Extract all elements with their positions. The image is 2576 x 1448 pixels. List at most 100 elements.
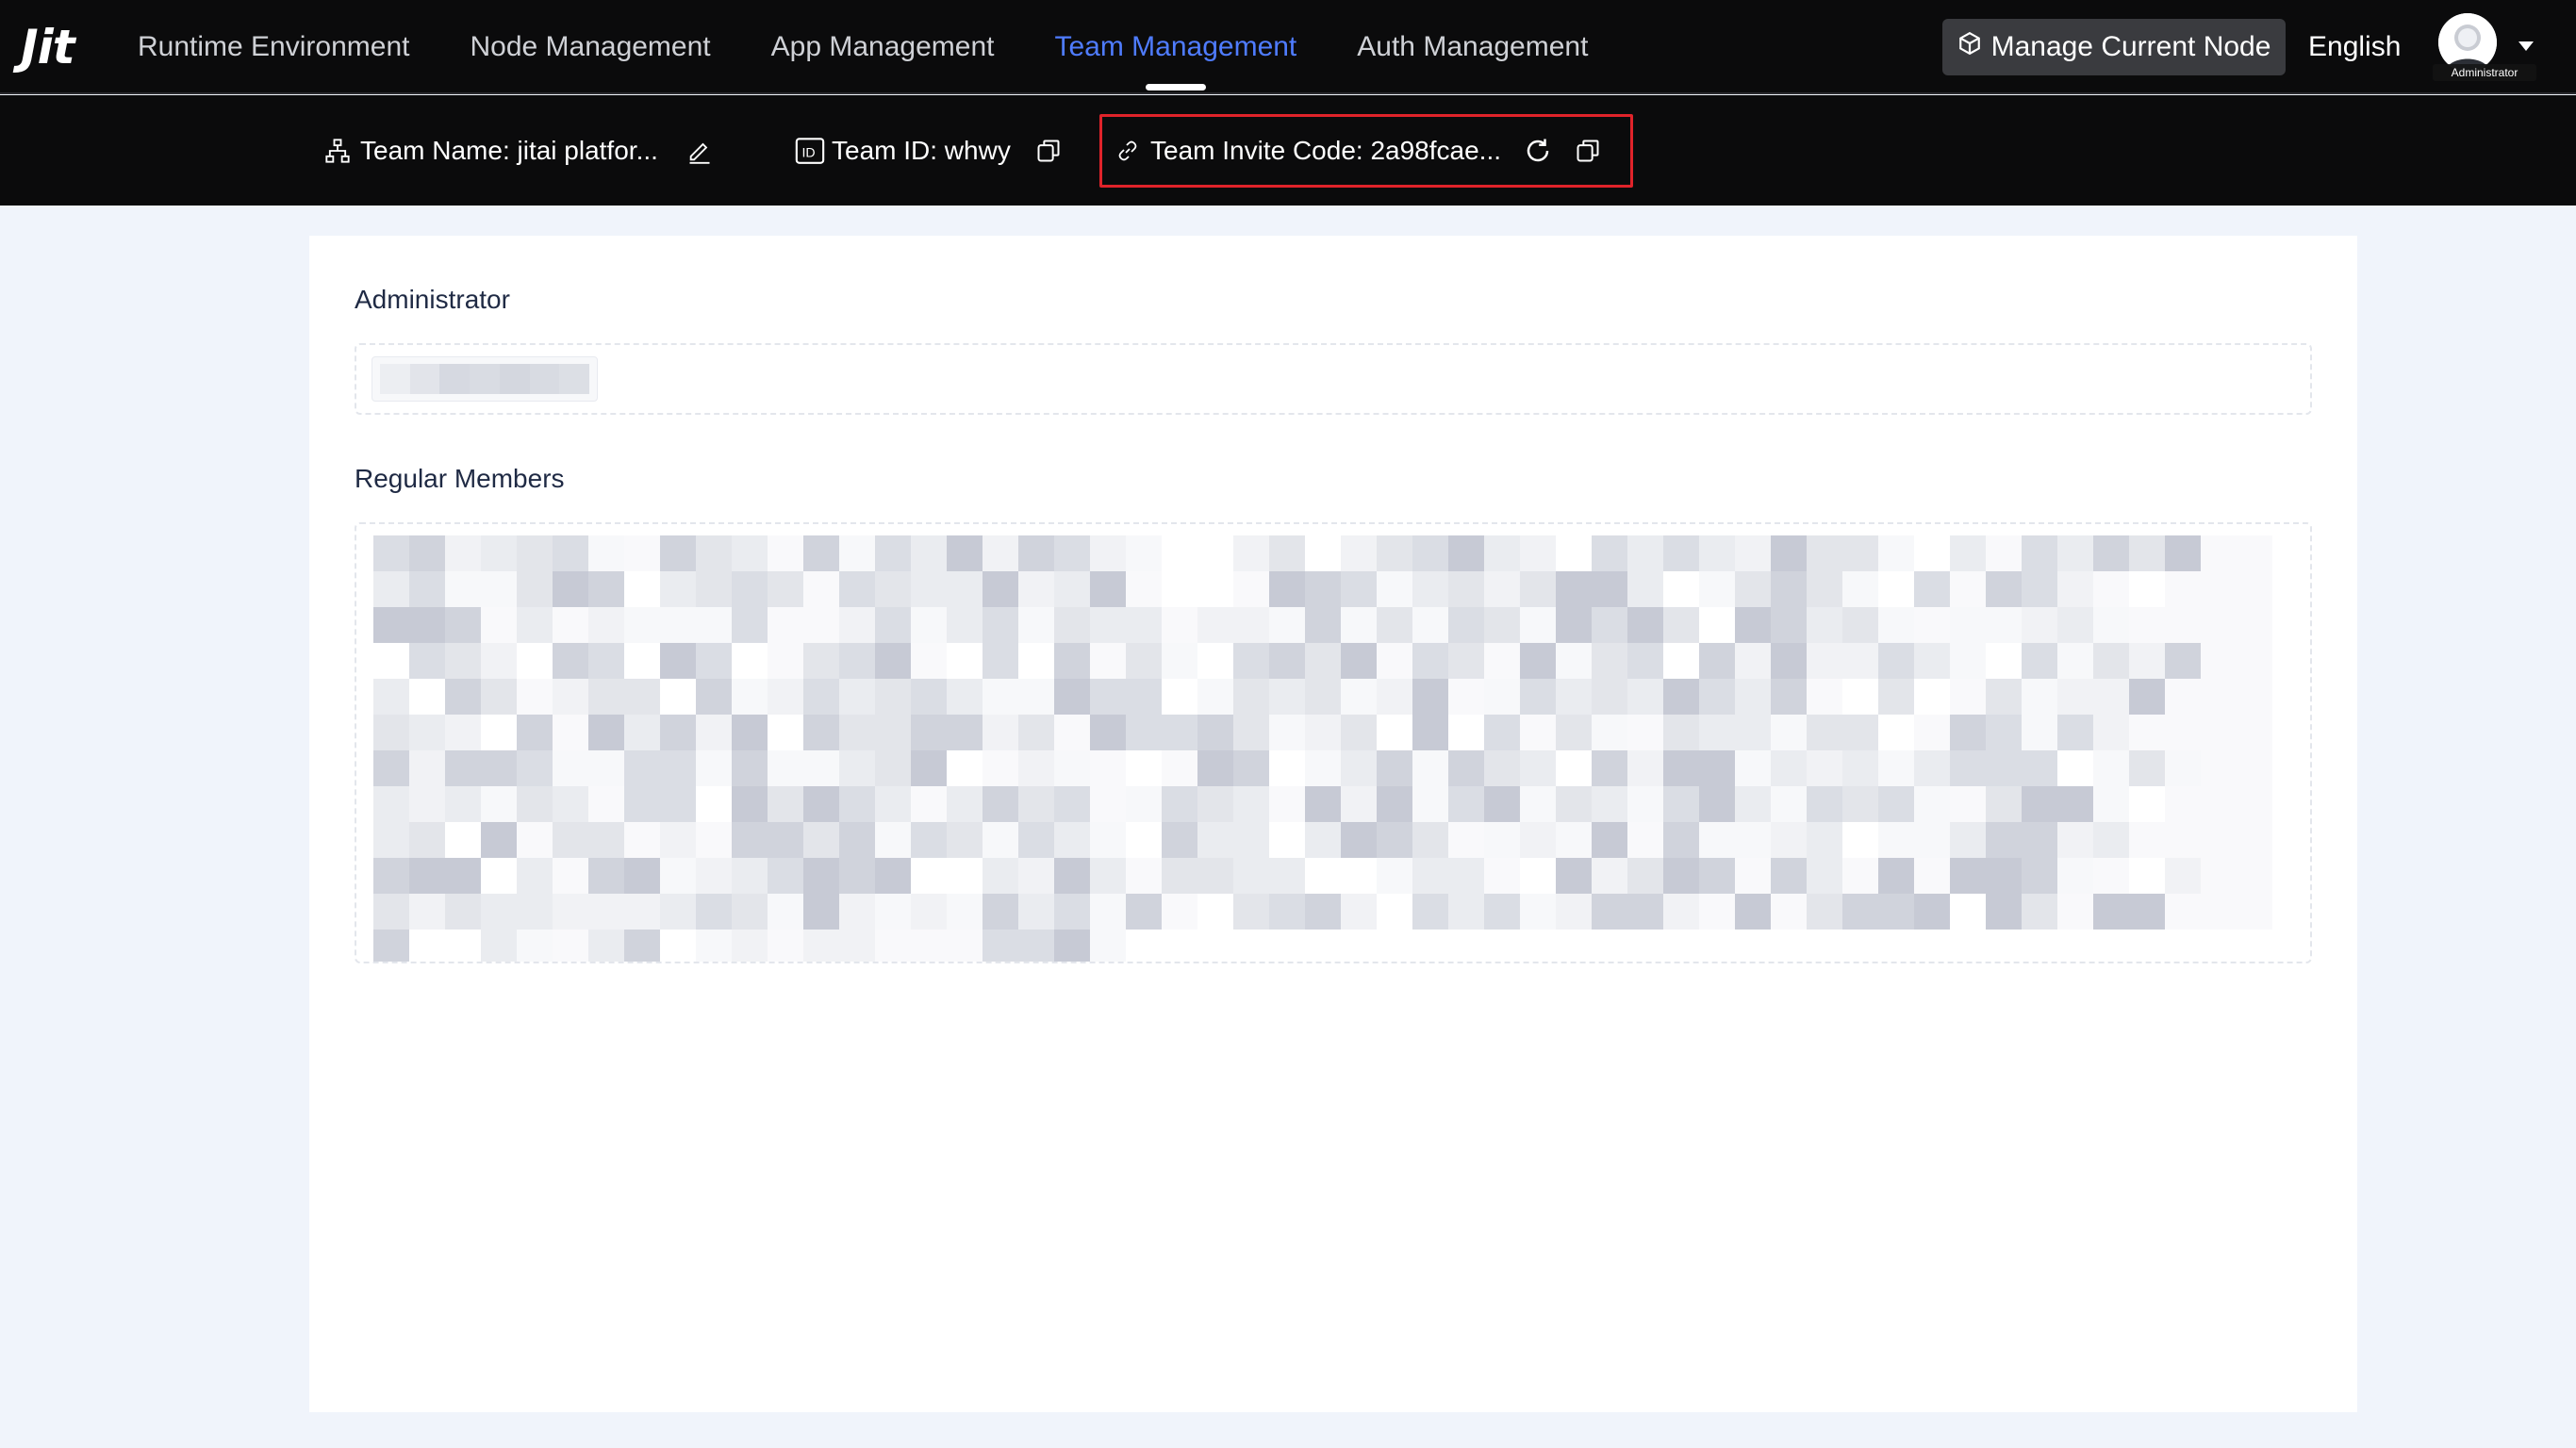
- jit-logo[interactable]: Jit: [21, 24, 75, 71]
- redaction-pixel: [373, 571, 409, 607]
- administrator-member-chip[interactable]: [372, 356, 598, 402]
- redaction-pixel: [983, 894, 1018, 930]
- regular-members-section-title: Regular Members: [355, 464, 565, 493]
- redaction-pixel: [1448, 715, 1484, 750]
- redaction-pixel: [911, 822, 947, 858]
- redaction-pixel: [1950, 786, 1986, 822]
- redaction-pixel: [983, 571, 1018, 607]
- redaction-pixel: [839, 607, 875, 643]
- redaction-pixel: [2237, 822, 2272, 858]
- team-name-text: Team Name: jitai platfor...: [360, 135, 658, 165]
- redaction-pixel: [624, 930, 660, 962]
- redaction-pixel: [1663, 715, 1699, 750]
- redaction-pixel: [1484, 571, 1520, 607]
- redaction-pixel: [1126, 679, 1162, 715]
- redaction-pixel: [2022, 894, 2057, 930]
- redaction-pixel: [1412, 822, 1448, 858]
- redaction-pixel: [517, 822, 553, 858]
- redaction-pixel: [481, 607, 517, 643]
- redaction-pixel: [1950, 822, 1986, 858]
- redaction-pixel: [1018, 822, 1054, 858]
- nav-tab-node-management[interactable]: Node Management: [443, 0, 736, 94]
- redaction-pixel: [983, 535, 1018, 571]
- redaction-pixel: [1663, 822, 1699, 858]
- redaction-pixel: [660, 750, 696, 786]
- redaction-pixel: [1377, 822, 1412, 858]
- redaction-pixel: [1842, 858, 1878, 894]
- redaction-pixel: [2093, 786, 2129, 822]
- redaction-pixel: [1950, 750, 1986, 786]
- redaction-pixel: [1412, 535, 1448, 571]
- redaction-pixel: [660, 822, 696, 858]
- redaction-pixel: [1484, 930, 1520, 962]
- redaction-pixel: [1878, 858, 1914, 894]
- redaction-pixel: [481, 679, 517, 715]
- redaction-pixel: [2237, 750, 2272, 786]
- redaction-pixel: [2129, 894, 2165, 930]
- redaction-pixel: [1162, 715, 1197, 750]
- redaction-pixel: [1842, 750, 1878, 786]
- redaction-pixel: [1197, 607, 1233, 643]
- redaction-pixel: [1520, 643, 1556, 679]
- redaction-pixel: [1233, 786, 1269, 822]
- caret-down-icon[interactable]: [2518, 40, 2535, 57]
- language-switcher[interactable]: English: [2308, 28, 2401, 66]
- redaction-pixel: [1018, 930, 1054, 962]
- redaction-pixel: [1556, 571, 1592, 607]
- avatar[interactable]: [2438, 13, 2497, 72]
- redaction-pixel: [1341, 858, 1377, 894]
- redaction-pixel: [1520, 571, 1556, 607]
- redaction-pixel: [1305, 930, 1341, 962]
- nav-tab-team-management[interactable]: Team Management: [1028, 0, 1323, 94]
- redaction-pixel: [1699, 894, 1735, 930]
- redaction-pixel: [875, 607, 911, 643]
- redaction-pixel: [409, 750, 445, 786]
- redaction-pixel: [1627, 894, 1663, 930]
- nav-tab-runtime-environment[interactable]: Runtime Environment: [111, 0, 436, 94]
- team-id-item: ID Team ID: whwy: [794, 95, 1062, 206]
- user-menu[interactable]: Administrator: [2433, 11, 2538, 83]
- redaction-pixel: [983, 786, 1018, 822]
- redaction-pixel: [1162, 894, 1197, 930]
- redaction-pixel: [1771, 715, 1807, 750]
- redaction-pixel: [1018, 679, 1054, 715]
- redaction-pixel: [696, 535, 732, 571]
- redaction-pixel: [1699, 679, 1735, 715]
- redaction-pixel: [373, 535, 409, 571]
- redaction-pixel: [1735, 930, 1771, 962]
- redaction-pixel: [2093, 822, 2129, 858]
- redaction-pixel: [2237, 715, 2272, 750]
- redaction-pixel: [2057, 535, 2093, 571]
- redaction-pixel: [1090, 643, 1126, 679]
- nav-tab-app-management[interactable]: App Management: [745, 0, 1021, 94]
- redaction-pixel: [2237, 858, 2272, 894]
- copy-icon[interactable]: [1035, 138, 1062, 164]
- redaction-pixel: [1878, 643, 1914, 679]
- redaction-pixel: [1054, 535, 1090, 571]
- redaction-pixel: [409, 715, 445, 750]
- edit-pencil-icon[interactable]: [686, 138, 713, 164]
- redaction-pixel: [1878, 571, 1914, 607]
- redaction-pixel: [517, 643, 553, 679]
- redaction-pixel: [624, 679, 660, 715]
- manage-current-node-button[interactable]: Manage Current Node: [1942, 19, 2286, 75]
- redaction-pixel: [1090, 571, 1126, 607]
- redaction-pixel: [1556, 679, 1592, 715]
- redaction-pixel: [1305, 715, 1341, 750]
- redaction-pixel: [1018, 858, 1054, 894]
- redaction-pixel: [1341, 607, 1377, 643]
- redaction-pixel: [696, 858, 732, 894]
- redaction-pixel: [1054, 930, 1090, 962]
- redaction-pixel: [1054, 607, 1090, 643]
- redaction-pixel: [553, 786, 588, 822]
- redaction-pixel: [1592, 715, 1627, 750]
- redaction-pixel: [588, 571, 624, 607]
- redaction-pixel: [1054, 750, 1090, 786]
- redaction-pixel: [1018, 750, 1054, 786]
- nav-tab-auth-management[interactable]: Auth Management: [1330, 0, 1614, 94]
- redaction-pixel: [947, 715, 983, 750]
- redaction-pixel: [2129, 822, 2165, 858]
- redaction-pixel: [1986, 822, 2022, 858]
- redaction-pixel: [2237, 930, 2272, 962]
- redaction-pixel: [732, 679, 768, 715]
